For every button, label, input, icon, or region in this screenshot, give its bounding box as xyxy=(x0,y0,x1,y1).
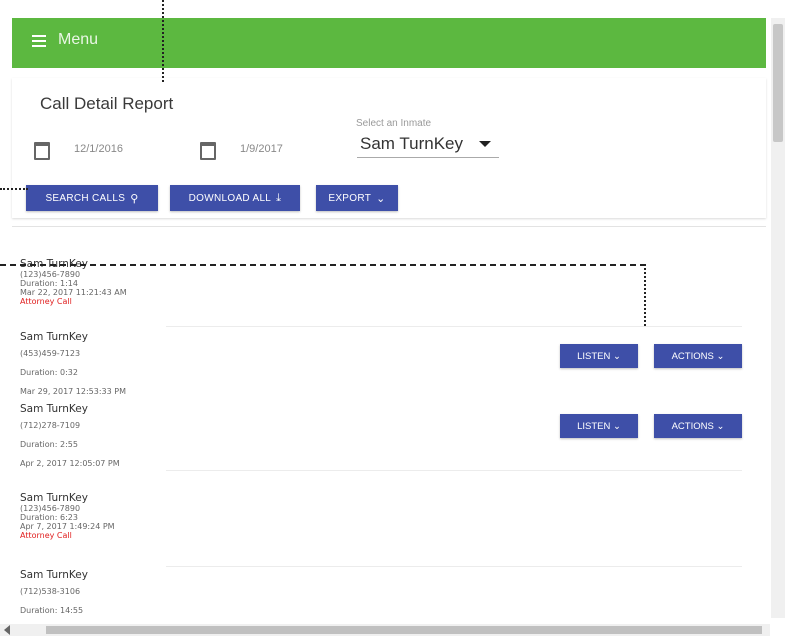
chevron-down-icon: ⌄ xyxy=(376,192,386,205)
search-calls-label: SEARCH CALLS xyxy=(45,192,126,204)
chevron-down-icon xyxy=(479,141,491,147)
call-duration: Duration: 14:55 xyxy=(20,606,84,615)
start-date-field[interactable]: 12/1/2016 xyxy=(74,143,123,155)
chevron-down-icon: ⌄ xyxy=(716,350,725,362)
calendar-icon[interactable] xyxy=(34,142,50,160)
call-phone: (453)459-7123 xyxy=(20,349,81,358)
chevron-down-icon: ⌄ xyxy=(612,420,621,432)
guide-line xyxy=(162,0,164,82)
attorney-call-badge: Attorney Call xyxy=(20,297,72,306)
listen-button[interactable]: LISTEN ⌄ xyxy=(560,344,638,368)
listen-button[interactable]: LISTEN ⌄ xyxy=(560,414,638,438)
call-duration: Duration: 6:23 xyxy=(20,513,78,522)
guide-line xyxy=(0,188,28,190)
download-icon: ⤓ xyxy=(276,191,282,204)
actions-label: ACTIONS xyxy=(671,350,714,362)
chevron-down-icon: ⌄ xyxy=(716,420,725,432)
list-item[interactable]: Sam TurnKey (453)459-7123 Duration: 0:32… xyxy=(20,330,126,401)
call-phone: (712)278-7109 xyxy=(20,421,81,430)
list-item[interactable]: Sam TurnKey (712)538-3106 Duration: 14:5… xyxy=(20,568,120,628)
actions-button[interactable]: ACTIONS ⌄ xyxy=(654,344,742,368)
call-name: Sam TurnKey xyxy=(20,403,88,415)
actions-button[interactable]: ACTIONS ⌄ xyxy=(654,414,742,438)
filter-card: Call Detail Report 12/1/2016 1/9/2017 Se… xyxy=(12,78,766,218)
search-calls-button[interactable]: SEARCH CALLS ⚲ xyxy=(26,185,158,211)
call-datetime: Apr 2, 2017 12:05:07 PM xyxy=(20,459,120,468)
menu-label[interactable]: Menu xyxy=(58,31,98,49)
inmate-select-label: Select an Inmate xyxy=(356,118,432,129)
search-icon: ⚲ xyxy=(130,192,139,205)
chevron-down-icon: ⌄ xyxy=(612,350,621,362)
call-name: Sam TurnKey xyxy=(20,569,88,581)
export-button[interactable]: EXPORT ⌄ xyxy=(316,185,398,211)
call-datetime: Mar 22, 2017 11:21:43 AM xyxy=(20,288,127,297)
call-name: Sam TurnKey xyxy=(20,492,88,504)
vertical-scrollbar-thumb[interactable] xyxy=(773,24,783,142)
call-phone: (712)538-3106 xyxy=(20,587,81,596)
guide-line xyxy=(644,264,646,326)
call-duration: Duration: 2:55 xyxy=(20,440,78,449)
actions-label: ACTIONS xyxy=(671,420,714,432)
app-bar: Menu xyxy=(12,18,766,68)
download-all-label: DOWNLOAD ALL xyxy=(188,192,272,204)
call-duration: Duration: 1:14 xyxy=(20,279,78,288)
horizontal-scrollbar-thumb[interactable] xyxy=(46,626,762,634)
listen-label: LISTEN xyxy=(577,350,611,362)
calendar-icon[interactable] xyxy=(200,142,216,160)
inmate-select-value: Sam TurnKey xyxy=(360,134,463,153)
call-duration: Duration: 0:32 xyxy=(20,368,78,377)
hamburger-menu-icon[interactable] xyxy=(32,35,46,47)
list-item[interactable]: Sam TurnKey (123)456-7890 Duration: 6:23… xyxy=(20,492,115,540)
attorney-call-badge: Attorney Call xyxy=(20,531,72,540)
end-date-field[interactable]: 1/9/2017 xyxy=(240,143,283,155)
call-datetime: Apr 7, 2017 1:49:24 PM xyxy=(20,522,115,531)
scroll-left-arrow-icon[interactable] xyxy=(4,625,10,635)
list-item[interactable]: Sam TurnKey (712)278-7109 Duration: 2:55… xyxy=(20,402,120,473)
call-list: Sam TurnKey (123)456-7890 Duration: 1:14… xyxy=(12,254,166,628)
export-label: EXPORT xyxy=(328,192,372,204)
page-title: Call Detail Report xyxy=(40,94,174,113)
inmate-select[interactable]: Sam TurnKey xyxy=(357,133,499,158)
listen-label: LISTEN xyxy=(577,420,611,432)
call-datetime: Mar 29, 2017 12:53:33 PM xyxy=(20,387,127,396)
call-phone: (123)456-7890 xyxy=(20,504,81,513)
guide-line xyxy=(0,264,646,266)
download-all-button[interactable]: DOWNLOAD ALL ⤓ xyxy=(170,185,300,211)
call-phone: (123)456-7890 xyxy=(20,270,81,279)
call-name: Sam TurnKey xyxy=(20,331,88,343)
